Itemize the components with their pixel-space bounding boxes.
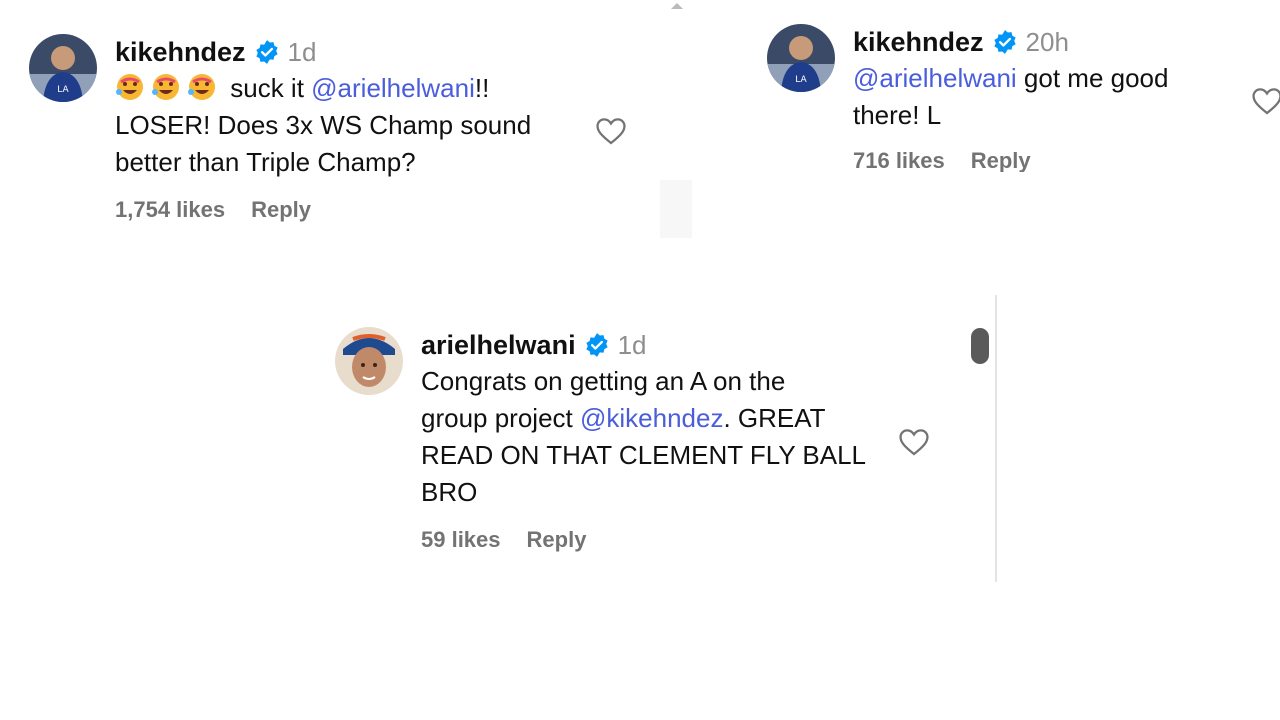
heart-outline-icon[interactable] xyxy=(594,114,628,148)
avatar-arielhelwani[interactable] xyxy=(335,327,403,395)
comment-username[interactable]: kikehndez xyxy=(115,34,246,70)
likes-count[interactable]: 716 likes xyxy=(853,148,945,172)
likes-count[interactable]: 59 likes xyxy=(421,527,501,553)
mention-link[interactable]: @kikehndez xyxy=(580,403,723,433)
mention-link[interactable]: @arielhelwani xyxy=(853,63,1017,93)
comment-text-line: BRO xyxy=(421,477,478,507)
comment-text-part: group project xyxy=(421,403,580,433)
comment-3: arielhelwani 1d Congrats on getting an A… xyxy=(335,327,866,553)
scroll-up-caret-icon xyxy=(671,3,683,9)
comment-1: LA kikehndez 1d suck it @arielhelwani!! … xyxy=(29,34,531,223)
avatar-kikehndez[interactable]: LA xyxy=(29,34,97,102)
rolling-on-floor-laughing-emoji xyxy=(115,72,145,102)
comment-username[interactable]: arielhelwani xyxy=(421,327,576,363)
verified-badge-icon xyxy=(254,39,280,65)
verified-badge-icon xyxy=(992,29,1018,55)
reply-button[interactable]: Reply xyxy=(527,527,587,553)
comment-text: suck it @arielhelwani!! LOSER! Does 3x W… xyxy=(115,70,531,181)
reply-button[interactable]: Reply xyxy=(971,148,1031,172)
comment-text-line: LOSER! Does 3x WS Champ sound xyxy=(115,110,532,140)
comment-text: @arielhelwani got me good there! L xyxy=(853,60,1168,134)
comment-time: 1d xyxy=(617,330,647,360)
rolling-on-floor-laughing-emoji xyxy=(187,72,217,102)
comment-text-line: there! L xyxy=(853,100,942,130)
comment-text-part: . GREAT xyxy=(723,403,826,433)
comment-time: 1d xyxy=(287,37,317,67)
comment-text-line: READ ON THAT CLEMENT FLY BALL xyxy=(421,440,867,470)
comment-text-part: !! xyxy=(474,73,490,103)
likes-count[interactable]: 1,754 likes xyxy=(115,197,225,223)
avatar-kikehndez[interactable]: LA xyxy=(767,24,835,92)
comment-username[interactable]: kikehndez xyxy=(853,24,984,60)
svg-text:LA: LA xyxy=(795,75,807,85)
divider-strip xyxy=(660,180,692,238)
svg-text:LA: LA xyxy=(57,85,69,95)
comment-text-line: better than Triple Champ? xyxy=(115,147,416,177)
scrollbar-thumb[interactable] xyxy=(971,328,989,364)
comment-time: 20h xyxy=(1025,27,1069,57)
mention-link[interactable]: @arielhelwani xyxy=(311,73,475,103)
comment-2: LA kikehndez 20h @arielhelwani got me go… xyxy=(767,24,1168,172)
comment-text-part: suck it xyxy=(230,73,312,103)
verified-badge-icon xyxy=(584,332,610,358)
comment-text-part: got me good xyxy=(1016,63,1169,93)
reply-button[interactable]: Reply xyxy=(251,197,311,223)
comment-text: Congrats on getting an A on the group pr… xyxy=(421,363,866,511)
comment-text-line: Congrats on getting an A on the xyxy=(421,366,786,396)
heart-outline-icon[interactable] xyxy=(897,425,931,459)
heart-outline-icon[interactable] xyxy=(1250,84,1280,118)
rolling-on-floor-laughing-emoji xyxy=(151,72,181,102)
